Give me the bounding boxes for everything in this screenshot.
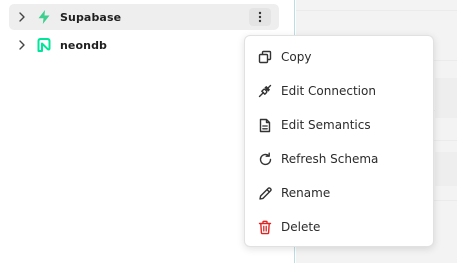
pencil-icon xyxy=(257,185,273,201)
menu-item-copy[interactable]: Copy xyxy=(245,40,433,74)
context-menu: Copy Edit Connection Edit Semantics Refr… xyxy=(244,35,434,247)
refresh-icon xyxy=(257,151,273,167)
menu-item-delete[interactable]: Delete xyxy=(245,210,433,244)
menu-item-refresh-schema[interactable]: Refresh Schema xyxy=(245,142,433,176)
chevron-right-icon[interactable] xyxy=(17,12,27,22)
vertical-dots-icon xyxy=(258,11,262,23)
copy-icon xyxy=(257,49,273,65)
neon-logo-icon xyxy=(36,37,52,53)
tree-row-neondb[interactable]: neondb xyxy=(9,32,279,58)
divider xyxy=(296,10,457,11)
menu-item-label: Copy xyxy=(281,50,312,64)
menu-item-label: Delete xyxy=(281,220,321,234)
connection-label: neondb xyxy=(60,38,108,52)
menu-item-label: Edit Connection xyxy=(281,84,376,98)
chevron-right-icon[interactable] xyxy=(17,40,27,50)
plug-icon xyxy=(257,83,273,99)
connection-label: Supabase xyxy=(60,10,122,24)
document-icon xyxy=(257,117,273,133)
menu-item-label: Rename xyxy=(281,186,331,200)
panel-block xyxy=(435,152,457,186)
supabase-bolt-icon xyxy=(36,9,52,25)
trash-icon xyxy=(257,219,273,235)
menu-item-edit-semantics[interactable]: Edit Semantics xyxy=(245,108,433,142)
menu-item-rename[interactable]: Rename xyxy=(245,176,433,210)
menu-item-label: Refresh Schema xyxy=(281,152,379,166)
menu-item-label: Edit Semantics xyxy=(281,118,371,132)
panel-block xyxy=(435,78,457,118)
tree-row-supabase[interactable]: Supabase xyxy=(9,4,279,30)
menu-item-edit-connection[interactable]: Edit Connection xyxy=(245,74,433,108)
more-options-button[interactable] xyxy=(249,8,271,26)
app-window: Supabase neondb Copy Edit Connection Edi… xyxy=(0,0,457,263)
